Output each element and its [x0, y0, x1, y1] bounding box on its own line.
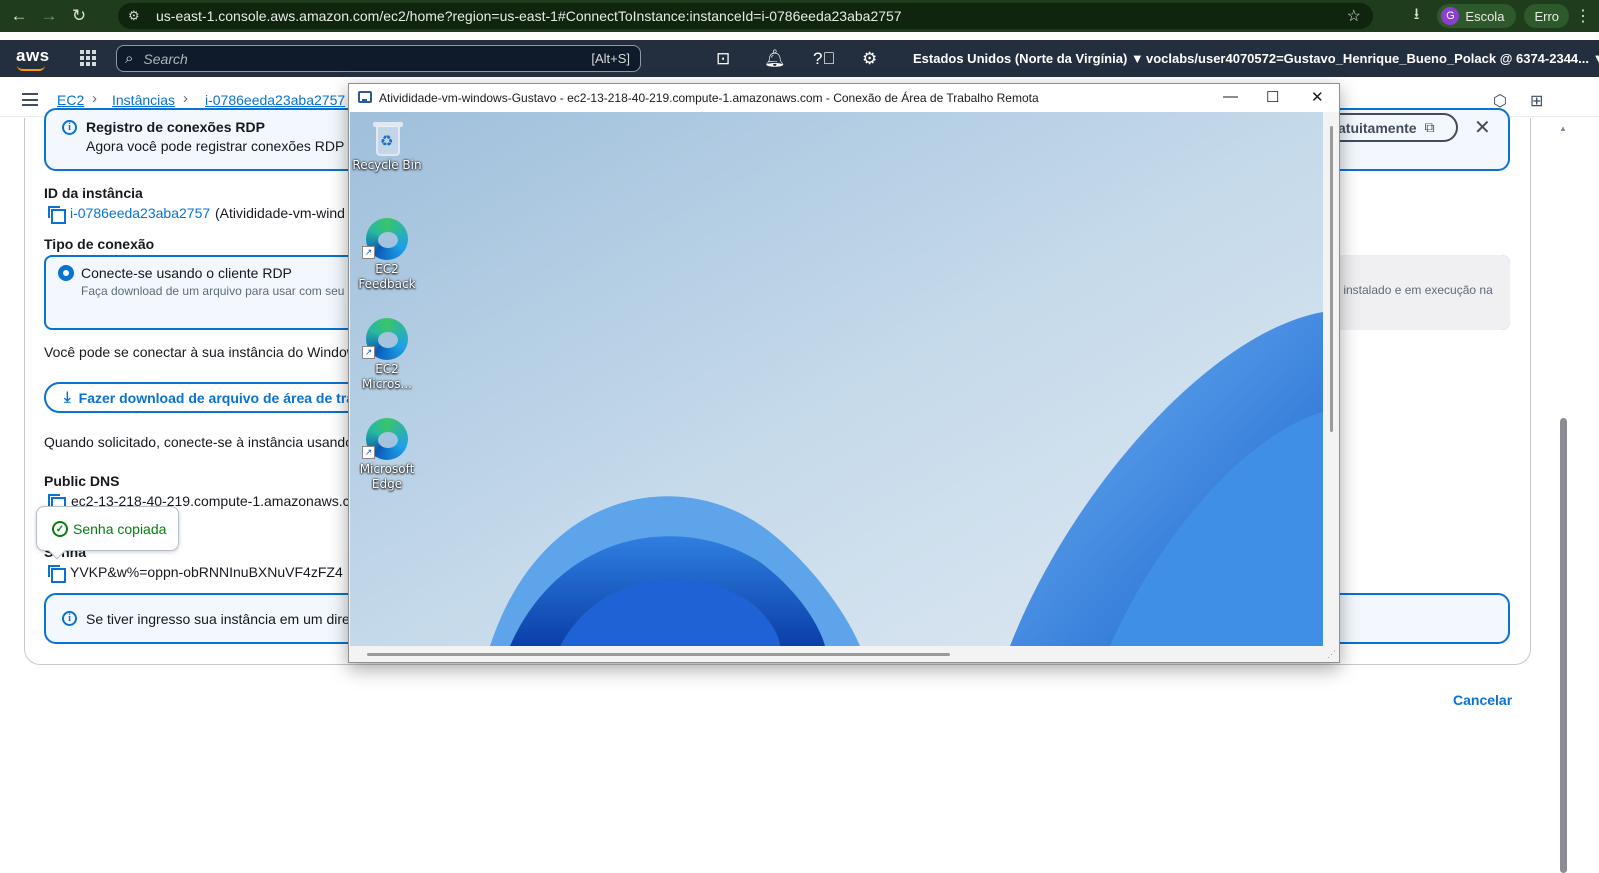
- recycle-bin-desktop-icon[interactable]: ♻ Recycle Bin: [352, 118, 422, 173]
- menu-hamburger-icon[interactable]: [22, 93, 38, 106]
- address-bar[interactable]: ⚙ us-east-1.console.aws.amazon.com/ec2/h…: [118, 3, 1373, 29]
- breadcrumb-instance-id[interactable]: i-0786eeda23aba2757: [205, 92, 345, 108]
- microsoft-edge-desktop-icon[interactable]: ↗ Microsoft Edge: [352, 416, 422, 492]
- public-dns-label: Public DNS: [44, 473, 120, 489]
- other-option-desc: r instalado e em execução na: [1336, 283, 1493, 297]
- rdp-title-bar[interactable]: Ativididade-vm-windows-Gustavo - ec2-13-…: [349, 84, 1339, 112]
- remote-desktop[interactable]: ♻ Recycle Bin ↗ EC2 Feedback ↗ EC2 Micro…: [350, 112, 1323, 646]
- ec2-feedback-desktop-icon[interactable]: ↗ EC2 Feedback: [352, 216, 422, 292]
- error-label: Erro: [1534, 8, 1559, 24]
- error-button[interactable]: Erro: [1524, 4, 1569, 28]
- settings-gear-icon[interactable]: ⚙: [862, 49, 877, 69]
- rdp-window[interactable]: Ativididade-vm-windows-Gustavo - ec2-13-…: [348, 83, 1340, 663]
- rdp-alert-title: Registro de conexões RDP: [86, 119, 265, 135]
- account-menu[interactable]: voclabs/user4070572=Gustavo_Henrique_Bue…: [1146, 51, 1599, 66]
- search-bar[interactable]: ⌕ [Alt+S]: [116, 45, 641, 72]
- aws-logo-text: aws: [16, 46, 50, 65]
- avatar: G: [1441, 7, 1460, 25]
- services-grid-icon[interactable]: [80, 50, 96, 66]
- minimize-icon[interactable]: —: [1223, 88, 1238, 105]
- remote-desktop-icon: [358, 91, 372, 103]
- instance-id-link[interactable]: i-0786eeda23aba2757: [70, 205, 210, 221]
- info-icon: i: [62, 611, 77, 626]
- edge-icon: ↗: [362, 416, 410, 462]
- chevron-right-icon: ›: [92, 90, 97, 107]
- scrollbar-thumb[interactable]: [367, 653, 950, 656]
- region-selector[interactable]: Estados Unidos (Norte da Virgínia) ▼: [913, 51, 1144, 66]
- instance-id-label: ID da instância: [44, 185, 143, 201]
- instance-name: (Ativididade-vm-wind: [215, 205, 345, 221]
- forward-icon[interactable]: →: [38, 5, 60, 27]
- chevron-right-icon: ›: [183, 90, 188, 107]
- address-url: us-east-1.console.aws.amazon.com/ec2/hom…: [156, 8, 902, 24]
- aws-logo[interactable]: aws: [16, 46, 50, 71]
- maximize-icon[interactable]: ☐: [1266, 88, 1279, 106]
- rdp-horizontal-scrollbar[interactable]: [350, 646, 1325, 662]
- connection-type-label: Tipo de conexão: [44, 236, 155, 252]
- breadcrumb-ec2[interactable]: EC2: [57, 92, 84, 108]
- password-copied-toast: ✓ Senha copiada: [36, 506, 179, 560]
- rdp-vertical-scrollbar[interactable]: [1325, 112, 1339, 646]
- toast-text: Senha copiada: [73, 521, 167, 537]
- download-icon: ⤓: [64, 389, 71, 406]
- bookmark-star-icon[interactable]: ☆: [1347, 6, 1361, 26]
- browser-toolbar: ← → ↻ ⚙ us-east-1.console.aws.amazon.com…: [0, 0, 1599, 32]
- rdp-alert-button-label: atuitamente: [1338, 119, 1417, 136]
- search-shortcut: [Alt+S]: [591, 51, 630, 66]
- rdp-option-label: Conecte-se usando o cliente RDP: [81, 265, 292, 281]
- info-icon: i: [62, 120, 77, 135]
- external-link-icon: ⧉: [1424, 119, 1435, 135]
- recycle-bin-icon: ♻: [368, 118, 406, 158]
- edge-icon: ↗: [362, 216, 410, 262]
- cloudshell-icon[interactable]: ⊡: [716, 49, 730, 69]
- feedback-icon[interactable]: ⊞: [1530, 91, 1543, 111]
- check-circle-icon: ✓: [52, 521, 68, 537]
- desktop-icon-label: EC2 Feedback: [358, 262, 416, 291]
- close-window-icon[interactable]: ✕: [1311, 88, 1324, 106]
- browser-menu-icon[interactable]: ⋮: [1575, 6, 1591, 26]
- profile-name: Escola: [1465, 8, 1505, 24]
- rdp-alert-text: Agora você pode registrar conexões RDP u…: [86, 138, 363, 154]
- scroll-up-icon[interactable]: ▲: [1559, 124, 1567, 133]
- help-icon[interactable]: ?⃝: [813, 49, 835, 69]
- search-input[interactable]: [141, 49, 562, 68]
- windows-wallpaper: [350, 112, 1323, 646]
- connect-instructions: Você pode se conectar à sua instância do…: [44, 344, 357, 360]
- close-icon[interactable]: ✕: [1474, 115, 1491, 140]
- rdp-option-desc: Faça download de um arquivo para usar co…: [81, 284, 354, 298]
- download-rdp-file-button[interactable]: ⤓ Fazer download de arquivo de área de t…: [44, 382, 374, 413]
- breadcrumb-instances[interactable]: Instâncias: [112, 92, 175, 108]
- scrollbar-thumb[interactable]: [1560, 418, 1567, 873]
- desktop-icon-label: Microsoft Edge: [359, 462, 415, 491]
- reload-icon[interactable]: ↻: [68, 5, 90, 27]
- site-info-icon[interactable]: ⚙: [128, 8, 148, 24]
- aws-top-nav: aws ⌕ [Alt+S] ⊡ 🔔︎ ?⃝ ⚙ Estados Unidos (…: [0, 40, 1599, 77]
- ec2-micros-desktop-icon[interactable]: ↗ EC2 Micros...: [352, 316, 422, 392]
- password-value: YVKP&w%=oppn-obRNNInuBXNuVF4zFZ4: [70, 564, 343, 580]
- profile-button[interactable]: G Escola: [1437, 4, 1517, 28]
- prompt-instructions: Quando solicitado, conecte-se à instânci…: [44, 434, 353, 450]
- search-icon: ⌕: [125, 50, 134, 67]
- back-icon[interactable]: ←: [8, 5, 30, 27]
- page-scrollbar[interactable]: ▲: [1559, 118, 1568, 873]
- notifications-bell-icon[interactable]: 🔔︎: [764, 49, 786, 69]
- rdp-alert-button[interactable]: atuitamente ⧉: [1322, 113, 1458, 142]
- cancel-button[interactable]: Cancelar: [1453, 692, 1512, 708]
- rdp-window-title: Ativididade-vm-windows-Gustavo - ec2-13-…: [379, 91, 1039, 105]
- copy-icon[interactable]: [48, 206, 66, 224]
- edge-icon: ↗: [362, 316, 410, 362]
- scrollbar-thumb[interactable]: [1330, 126, 1333, 432]
- domain-alert-text: Se tiver ingresso sua instância em um di…: [86, 611, 354, 627]
- resize-grip-icon[interactable]: ⋰: [1327, 649, 1336, 660]
- copy-icon[interactable]: [48, 565, 66, 583]
- desktop-icon-label: EC2 Micros...: [362, 362, 412, 391]
- downloads-icon[interactable]: ⭳: [1414, 3, 1420, 30]
- download-rdp-label: Fazer download de arquivo de área de tra: [78, 389, 355, 406]
- rdp-radio[interactable]: [58, 265, 74, 281]
- desktop-icon-label: Recycle Bin: [352, 158, 422, 172]
